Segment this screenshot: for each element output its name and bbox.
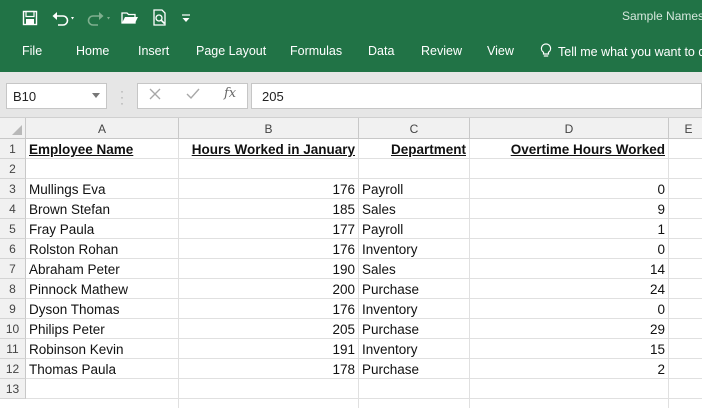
cell-c11[interactable]: Inventory xyxy=(359,340,469,360)
cell-c9[interactable]: Inventory xyxy=(359,300,469,320)
undo-icon[interactable] xyxy=(50,6,78,30)
cell-a9[interactable]: Dyson Thomas xyxy=(26,300,178,320)
row-header-1[interactable]: 1 xyxy=(0,139,26,159)
cell-a12[interactable]: Thomas Paula xyxy=(26,360,178,380)
cell-c12[interactable]: Purchase xyxy=(359,360,469,380)
cell-d12[interactable]: 2 xyxy=(470,360,668,380)
tab-formulas[interactable]: Formulas xyxy=(290,44,342,58)
cell-c6[interactable]: Inventory xyxy=(359,240,469,260)
cell-a4[interactable]: Brown Stefan xyxy=(26,200,178,220)
row-header-5[interactable]: 5 xyxy=(0,219,26,239)
row-header-2[interactable]: 2 xyxy=(0,159,26,179)
row-header-3[interactable]: 3 xyxy=(0,179,26,199)
cell-b4[interactable]: 185 xyxy=(179,200,358,220)
row-header-9[interactable]: 9 xyxy=(0,299,26,319)
cancel-entry-icon[interactable] xyxy=(149,87,161,104)
tab-data[interactable]: Data xyxy=(368,44,394,58)
cell-c5[interactable]: Payroll xyxy=(359,220,469,240)
resize-handle-icon[interactable]: · · · xyxy=(120,85,124,109)
cell-a11[interactable]: Robinson Kevin xyxy=(26,340,178,360)
tab-view[interactable]: View xyxy=(487,44,514,58)
cell-c3[interactable]: Payroll xyxy=(359,180,469,200)
cell-b7[interactable]: 190 xyxy=(179,260,358,280)
insert-function-icon[interactable]: fx xyxy=(224,86,236,101)
column-header-c[interactable]: C xyxy=(359,118,470,139)
cell-a10[interactable]: Philips Peter xyxy=(26,320,178,340)
cell-d11[interactable]: 15 xyxy=(470,340,668,360)
cell-b3[interactable]: 176 xyxy=(179,180,358,200)
print-preview-icon[interactable] xyxy=(150,6,170,30)
cell-a7[interactable]: Abraham Peter xyxy=(26,260,178,280)
column-header-b[interactable]: B xyxy=(179,118,359,139)
tab-home[interactable]: Home xyxy=(76,44,109,58)
tell-me-box[interactable]: Tell me what you want to d xyxy=(540,43,702,61)
cell-c1[interactable]: Department xyxy=(359,140,469,160)
title-bar: Sample Names xyxy=(0,0,702,36)
column-header-d[interactable]: D xyxy=(470,118,669,139)
cell-a6[interactable]: Rolston Rohan xyxy=(26,240,178,260)
cell-d6[interactable]: 0 xyxy=(470,240,668,260)
worksheet-grid[interactable]: A B C D E 1 2 3 4 5 6 7 8 9 10 11 12 13 … xyxy=(0,118,702,408)
row-header-12[interactable]: 12 xyxy=(0,359,26,379)
cell-a3[interactable]: Mullings Eva xyxy=(26,180,178,200)
tab-review[interactable]: Review xyxy=(421,44,462,58)
cell-b12[interactable]: 178 xyxy=(179,360,358,380)
cell-d1[interactable]: Overtime Hours Worked xyxy=(470,140,668,160)
cell-c8[interactable]: Purchase xyxy=(359,280,469,300)
confirm-entry-icon[interactable] xyxy=(186,87,200,104)
cell-b5[interactable]: 177 xyxy=(179,220,358,240)
row-header-4[interactable]: 4 xyxy=(0,199,26,219)
row-header-10[interactable]: 10 xyxy=(0,319,26,339)
cell-c10[interactable]: Purchase xyxy=(359,320,469,340)
gridline xyxy=(26,178,702,179)
cell-d9[interactable]: 0 xyxy=(470,300,668,320)
cell-d3[interactable]: 0 xyxy=(470,180,668,200)
cell-a8[interactable]: Pinnock Mathew xyxy=(26,280,178,300)
row-header-7[interactable]: 7 xyxy=(0,259,26,279)
cell-b6[interactable]: 176 xyxy=(179,240,358,260)
tab-insert[interactable]: Insert xyxy=(138,44,169,58)
cell-d10[interactable]: 29 xyxy=(470,320,668,340)
row-header-6[interactable]: 6 xyxy=(0,239,26,259)
cell-b11[interactable]: 191 xyxy=(179,340,358,360)
tell-me-text: Tell me what you want to d xyxy=(558,45,702,59)
cell-b10[interactable]: 205 xyxy=(179,320,358,340)
cell-d8[interactable]: 24 xyxy=(470,280,668,300)
cell-b9[interactable]: 176 xyxy=(179,300,358,320)
document-title: Sample Names xyxy=(622,9,702,23)
cell-d7[interactable]: 14 xyxy=(470,260,668,280)
save-icon[interactable] xyxy=(20,6,40,30)
open-folder-icon[interactable] xyxy=(120,6,140,30)
customize-qat-icon[interactable] xyxy=(180,6,192,30)
row-header-8[interactable]: 8 xyxy=(0,279,26,299)
row-header-13[interactable]: 13 xyxy=(0,379,26,399)
cell-d5[interactable]: 1 xyxy=(470,220,668,240)
cell-c7[interactable]: Sales xyxy=(359,260,469,280)
cell-a5[interactable]: Fray Paula xyxy=(26,220,178,240)
row-header-11[interactable]: 11 xyxy=(0,339,26,359)
gridline xyxy=(668,139,669,408)
tab-page-layout[interactable]: Page Layout xyxy=(196,44,266,58)
lightbulb-icon xyxy=(540,43,552,61)
formula-input[interactable]: 205 xyxy=(251,83,702,109)
column-header-e[interactable]: E xyxy=(669,118,702,139)
select-all-button[interactable] xyxy=(0,118,26,139)
name-box-dropdown-icon[interactable] xyxy=(92,93,100,98)
cell-b8[interactable]: 200 xyxy=(179,280,358,300)
redo-icon[interactable] xyxy=(86,6,114,30)
cell-a1[interactable]: Employee Name xyxy=(26,140,178,160)
column-header-a[interactable]: A xyxy=(26,118,179,139)
cell-b1[interactable]: Hours Worked in January xyxy=(179,140,358,160)
cell-c4[interactable]: Sales xyxy=(359,200,469,220)
cell-d4[interactable]: 9 xyxy=(470,200,668,220)
tab-file[interactable]: File xyxy=(22,44,42,58)
gridline xyxy=(26,398,702,399)
